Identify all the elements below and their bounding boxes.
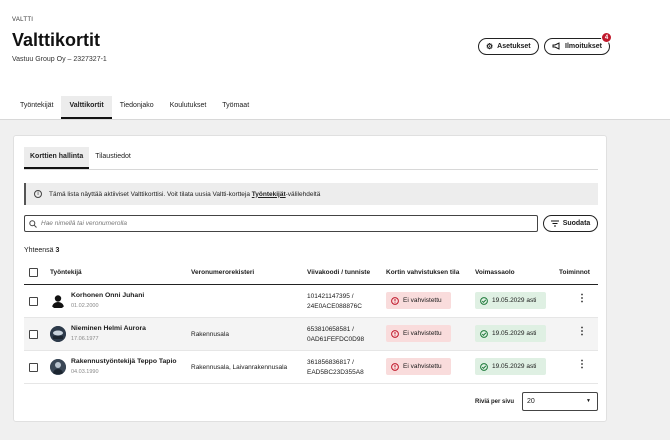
validity-text: 19.05.2029 asti (492, 363, 537, 370)
search-placeholder: Hae nimellä tai veronumerolla (41, 220, 127, 227)
eyebrow: VALTTI (12, 17, 34, 23)
status-badge: Ei vahvistettu (386, 358, 451, 375)
tab-tilaustiedot[interactable]: Tilaustiedot (89, 147, 137, 169)
search-input[interactable]: Hae nimellä tai veronumerolla (24, 215, 538, 232)
barcode-line-1: 101421147395 / (307, 293, 354, 300)
alert-circle-icon (391, 362, 399, 371)
check-circle-icon (480, 362, 488, 371)
chevron-down-icon: ▼ (586, 398, 591, 404)
table-row: Rakennustyöntekijä Teppo Tapio 04.03.199… (24, 351, 598, 384)
rows-per-page-select[interactable]: 20 ▼ (522, 392, 598, 411)
validity-text: 19.05.2029 asti (492, 330, 537, 337)
barcode-value: 101421147395 / 24E0ACE088876C (307, 292, 362, 312)
tab-tyontekijat[interactable]: Työntekijät (12, 96, 61, 119)
barcode-line-1: 653810658581 / (307, 326, 354, 333)
notifications-count-badge: 4 (601, 32, 612, 43)
barcode-line-1: 361856836817 / (307, 359, 354, 366)
page-header: VALTTI Valttikortit Vastuu Group Oy – 23… (0, 0, 670, 120)
filter-label: Suodata (562, 220, 591, 227)
employee-name[interactable]: Korhonen Onni Juhani (71, 292, 144, 299)
avatar (50, 326, 66, 342)
barcode-value: 361856836817 / EAD5BC23D355A8 (307, 358, 364, 378)
rows-per-page-label: Riviä per sivu (475, 399, 515, 405)
col-viivakoodi[interactable]: Viivakoodi / tunniste (307, 269, 370, 276)
register-value: Rakennusala, Laivanrakennusala (191, 364, 288, 371)
validity-badge: 19.05.2029 asti (475, 325, 546, 342)
megaphone-icon (552, 41, 561, 52)
barcode-line-2: EAD5BC23D355A8 (307, 369, 364, 376)
info-text-before: Tämä lista näyttää aktiiviset Valttikort… (49, 190, 252, 198)
info-text-after: -välilehdeltä (285, 190, 321, 198)
register-value: Rakennusala (191, 331, 229, 338)
tab-tiedonjako[interactable]: Tiedonjako (112, 96, 162, 119)
alert-circle-icon (391, 296, 399, 305)
employee-name[interactable]: Rakennustyöntekijä Teppo Tapio (71, 358, 177, 365)
barcode-line-2: 24E0ACE088876C (307, 303, 362, 310)
total-value: 3 (55, 247, 60, 254)
row-checkbox[interactable] (29, 363, 38, 372)
settings-label: Asetukset (497, 43, 531, 50)
avatar (50, 359, 66, 375)
col-toiminnot: Toiminnot (559, 269, 590, 276)
employee-dob: 17.06.1977 (71, 336, 99, 342)
validity-text: 19.05.2029 asti (492, 297, 537, 304)
table-row: Nieminen Helmi Aurora 17.06.1977 Rakennu… (24, 318, 598, 351)
status-text: Ei vahvistettu (403, 297, 442, 304)
table-row: Korhonen Onni Juhani 01.02.2000 10142114… (24, 285, 598, 318)
col-veronumerorekisteri[interactable]: Veronumerorekisteri (191, 269, 254, 276)
employee-dob: 04.03.1990 (71, 369, 99, 375)
search-icon (29, 219, 37, 228)
status-badge: Ei vahvistettu (386, 325, 451, 342)
status-text: Ei vahvistettu (403, 363, 442, 370)
rows-per-page-value: 20 (527, 398, 535, 405)
row-checkbox[interactable] (29, 330, 38, 339)
divider (24, 169, 598, 170)
tyontekijat-link[interactable]: Työntekijät (252, 191, 286, 198)
col-tyontekija[interactable]: Työntekijä (50, 269, 82, 276)
filter-icon (550, 220, 559, 227)
kebab-icon[interactable]: ⋮ (577, 327, 587, 337)
gear-icon: ⚙ (486, 42, 494, 51)
info-banner: i Tämä lista näyttää aktiiviset Valttiko… (24, 183, 598, 205)
company-subtitle: Vastuu Group Oy – 2327327-1 (12, 56, 107, 63)
main-nav-tabs: Työntekijät Valttikortit Tiedonjako Koul… (12, 96, 257, 119)
col-voimassaolo[interactable]: Voimassaolo (475, 269, 515, 276)
settings-button[interactable]: ⚙ Asetukset (478, 38, 539, 55)
page-title: Valttikortit (12, 30, 101, 50)
check-circle-icon (480, 296, 488, 305)
validity-badge: 19.05.2029 asti (475, 358, 546, 375)
barcode-line-2: 0AD61FEFDC0D98 (307, 336, 365, 343)
alert-circle-icon (391, 329, 399, 338)
status-badge: Ei vahvistettu (386, 292, 451, 309)
info-text: Tämä lista näyttää aktiiviset Valttikort… (49, 191, 320, 198)
employee-dob: 01.02.2000 (71, 303, 99, 309)
status-text: Ei vahvistettu (403, 330, 442, 337)
kebab-icon[interactable]: ⋮ (577, 294, 587, 304)
filter-button[interactable]: Suodata (543, 215, 598, 232)
check-circle-icon (480, 329, 488, 338)
employee-name[interactable]: Nieminen Helmi Aurora (71, 325, 146, 332)
kebab-icon[interactable]: ⋮ (577, 360, 587, 370)
total-label: Yhteensä (24, 247, 54, 254)
table-header: Työntekijä Veronumerorekisteri Viivakood… (24, 263, 598, 285)
total-count: Yhteensä 3 (24, 247, 59, 254)
avatar (50, 293, 66, 309)
select-all-checkbox[interactable] (29, 268, 38, 277)
tab-tyomaat[interactable]: Työmaat (214, 96, 257, 119)
cards-panel: Korttien hallinta Tilaustiedot i Tämä li… (13, 135, 607, 422)
tab-koulutukset[interactable]: Koulutukset (162, 96, 215, 119)
col-vahvistuksen-tila[interactable]: Kortin vahvistuksen tila (386, 269, 459, 276)
notifications-label: Ilmoitukset (565, 43, 602, 50)
tab-korttien-hallinta[interactable]: Korttien hallinta (24, 147, 90, 169)
tab-valttikortit[interactable]: Valttikortit (61, 96, 112, 119)
row-checkbox[interactable] (29, 297, 38, 306)
validity-badge: 19.05.2029 asti (475, 292, 546, 309)
sub-tabs: Korttien hallinta Tilaustiedot (24, 147, 137, 169)
info-icon: i (34, 190, 42, 198)
barcode-value: 653810658581 / 0AD61FEFDC0D98 (307, 325, 364, 345)
notifications-button[interactable]: Ilmoitukset (544, 38, 610, 55)
